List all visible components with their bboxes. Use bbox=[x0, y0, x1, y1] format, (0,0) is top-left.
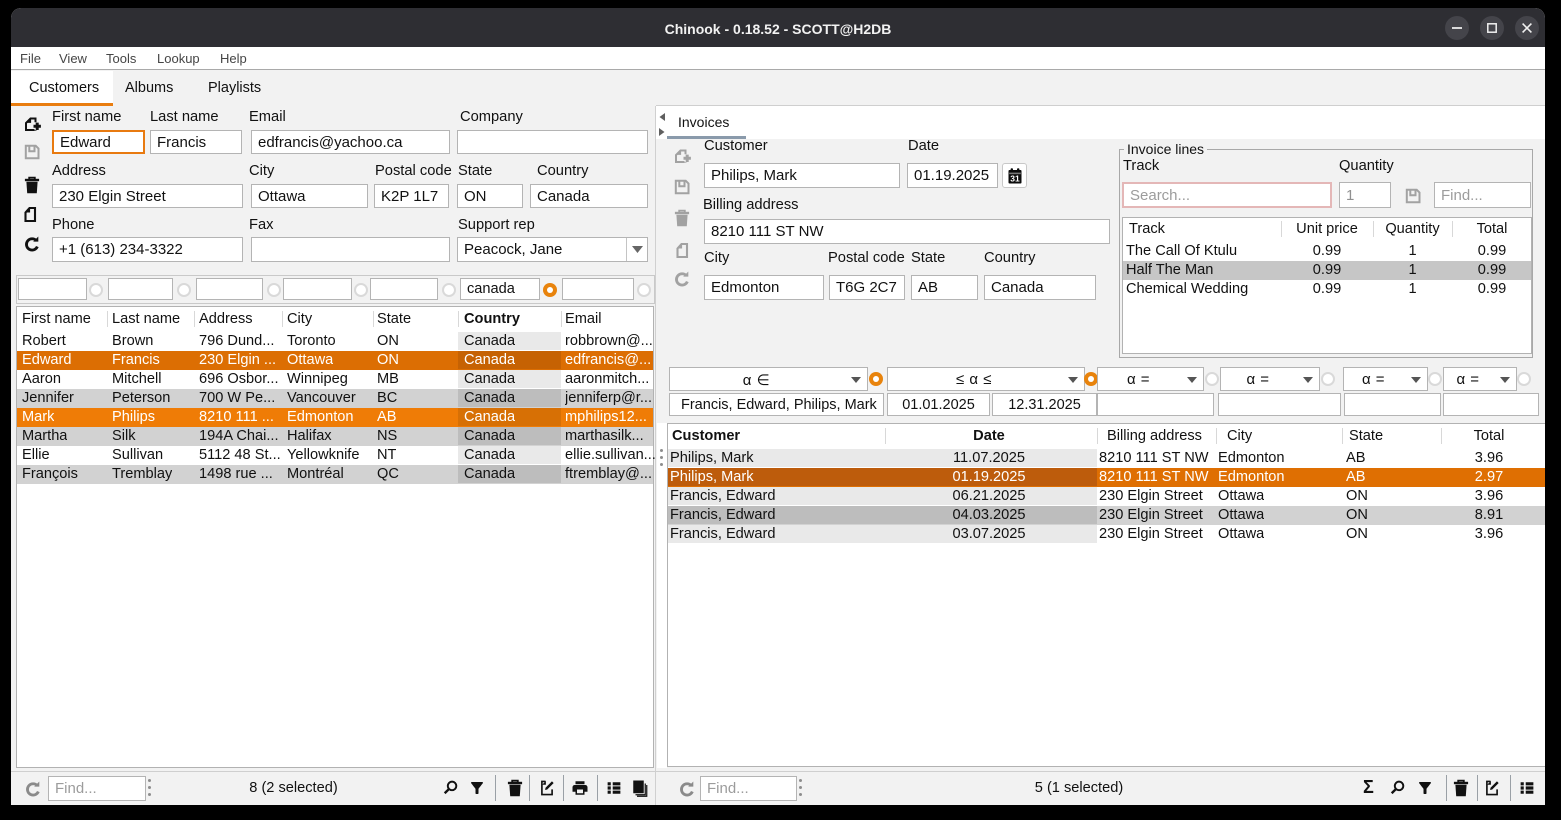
svg-text:31: 31 bbox=[1010, 174, 1020, 184]
